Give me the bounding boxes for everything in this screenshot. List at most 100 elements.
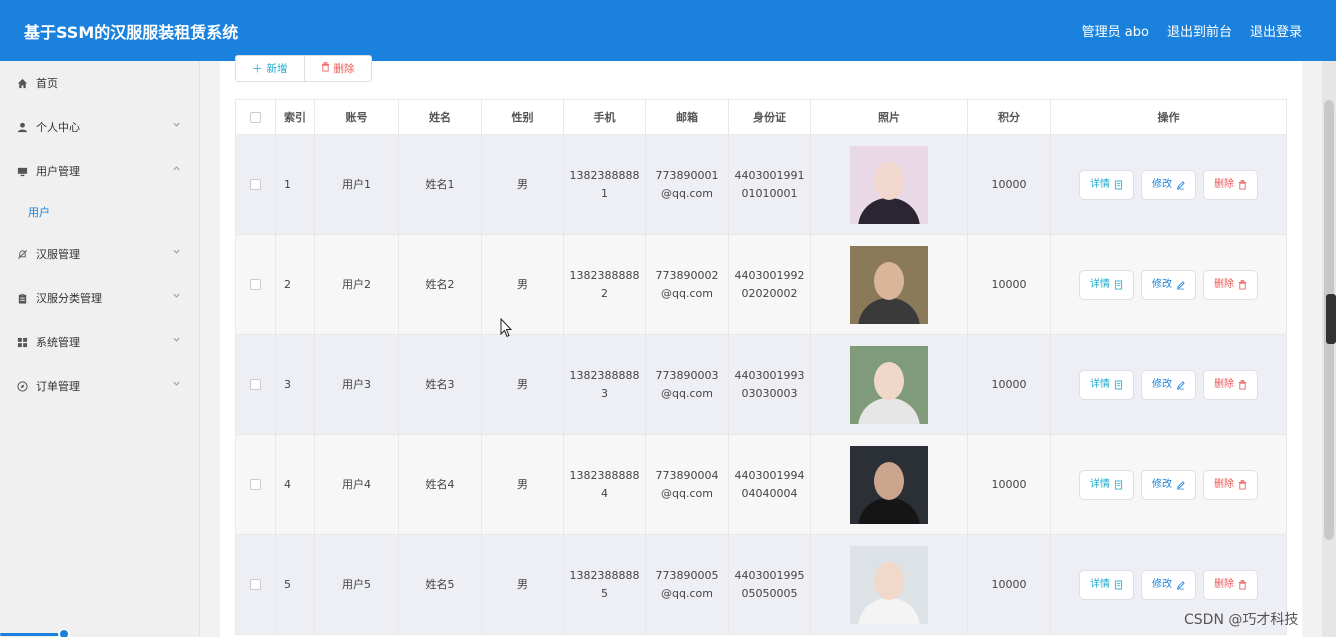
sidebar-item-hanfu-category-management[interactable]: 汉服分类管理: [0, 278, 200, 318]
cell-photo: [810, 334, 968, 435]
user-photo: [850, 245, 928, 324]
cell-phone: 1382388888 4: [563, 434, 646, 535]
detail-button[interactable]: 详情: [1079, 369, 1134, 400]
detail-button[interactable]: 详情: [1079, 469, 1134, 500]
top-header: 基于SSM的汉服服装租赁系统 管理员 abo 退出到前台 退出登录: [0, 0, 1336, 61]
batch-delete-label: 删除: [333, 63, 355, 75]
sidebar-scroll-handle[interactable]: [58, 628, 70, 637]
phone-line-1: 1382388888: [569, 268, 640, 282]
row-checkbox[interactable]: [250, 379, 261, 390]
select-all-cell: [235, 99, 276, 135]
edit-button[interactable]: 修改: [1141, 169, 1196, 200]
sidebar-item-label: 首页: [36, 77, 58, 90]
row-checkbox[interactable]: [250, 179, 261, 190]
edit-button[interactable]: 修改: [1141, 469, 1196, 500]
logout-link[interactable]: 退出登录: [1250, 21, 1302, 40]
header-name: 姓名: [398, 99, 482, 135]
id-line-1: 4403001991: [734, 168, 805, 182]
cell-photo: [810, 534, 968, 635]
sidebar-item-system-management[interactable]: 系统管理: [0, 322, 200, 362]
home-icon: [16, 77, 28, 89]
delete-button[interactable]: 删除: [1203, 469, 1258, 500]
add-button[interactable]: ＋ 新增: [235, 55, 305, 82]
sidebar-item-label: 个人中心: [36, 121, 80, 134]
bell-off-icon: [16, 248, 28, 260]
cell-photo: [810, 434, 968, 535]
batch-delete-button[interactable]: 删除: [304, 55, 372, 82]
photo-body: [858, 297, 920, 324]
detail-button[interactable]: 详情: [1079, 169, 1134, 200]
row-checkbox[interactable]: [250, 479, 261, 490]
cell-email: 773890002 @qq.com: [645, 234, 729, 335]
cell-email: 773890004 @qq.com: [645, 434, 729, 535]
table-row: 4 用户4 姓名4 男 1382388888 4 773890004 @qq.com 44030…: [235, 434, 1287, 535]
id-line-1: 4403001993: [734, 368, 805, 382]
mouse-cursor-icon: [500, 318, 512, 338]
photo-face: [874, 461, 904, 500]
edit-button[interactable]: 修改: [1141, 369, 1196, 400]
document-icon: [1114, 180, 1123, 189]
plus-icon: ＋: [252, 63, 263, 75]
edit-button[interactable]: 修改: [1141, 569, 1196, 600]
select-all-checkbox[interactable]: [250, 112, 261, 123]
cell-email: 773890003 @qq.com: [645, 334, 729, 435]
detail-label: 详情: [1090, 478, 1110, 490]
header-phone: 手机: [563, 99, 646, 135]
detail-button[interactable]: 详情: [1079, 269, 1134, 300]
cell-phone: 1382388888 3: [563, 334, 646, 435]
phone-line-1: 1382388888: [569, 468, 640, 482]
row-checkbox[interactable]: [250, 579, 261, 590]
table-row: 1 用户1 姓名1 男 1382388888 1 773890001 @qq.com 44030…: [235, 134, 1287, 235]
document-icon: [1114, 380, 1123, 389]
back-to-front-link[interactable]: 退出到前台: [1167, 21, 1232, 40]
sidebar-item-order-management[interactable]: 订单管理: [0, 366, 200, 406]
cell-phone: 1382388888 2: [563, 234, 646, 335]
cell-email: 773890005 @qq.com: [645, 534, 729, 635]
cell-name: 姓名4: [398, 434, 482, 535]
phone-line-2: 4: [601, 486, 608, 500]
header-actions: 操作: [1050, 99, 1287, 135]
row-select-cell: [235, 434, 276, 535]
user-photo: [850, 445, 928, 524]
delete-button[interactable]: 删除: [1203, 169, 1258, 200]
chevron-down-icon: [172, 335, 182, 345]
main-content: ＋ 新增 删除 索引 账号 姓名 性别 手机 邮箱 身份证 照片 积分 操作 1…: [220, 55, 1302, 637]
email-line-2: @qq.com: [661, 186, 713, 200]
sidebar-item-home[interactable]: 首页: [0, 63, 200, 103]
cell-name: 姓名5: [398, 534, 482, 635]
app-title: 基于SSM的汉服服装租赁系统: [24, 23, 239, 42]
clipboard-icon: [16, 292, 28, 304]
header-email: 邮箱: [645, 99, 729, 135]
chevron-up-icon: [172, 164, 182, 174]
detail-button[interactable]: 详情: [1079, 569, 1134, 600]
email-line-2: @qq.com: [661, 486, 713, 500]
photo-body: [858, 197, 920, 224]
cell-index: 4: [275, 434, 315, 535]
edit-label: 修改: [1152, 478, 1172, 490]
delete-button[interactable]: 删除: [1203, 569, 1258, 600]
edit-button[interactable]: 修改: [1141, 269, 1196, 300]
delete-button[interactable]: 删除: [1203, 369, 1258, 400]
cell-gender: 男: [481, 534, 564, 635]
row-checkbox[interactable]: [250, 279, 261, 290]
table-row: 3 用户3 姓名3 男 1382388888 3 773890003 @qq.com 44030…: [235, 334, 1287, 435]
id-line-1: 4403001992: [734, 268, 805, 282]
cell-index: 3: [275, 334, 315, 435]
cell-email: 773890001 @qq.com: [645, 134, 729, 235]
sidebar-item-user-management[interactable]: 用户管理: [0, 151, 200, 191]
side-widget-handle[interactable]: [1326, 294, 1336, 344]
delete-button[interactable]: 删除: [1203, 269, 1258, 300]
sidebar-scroll-track: [0, 633, 64, 636]
cell-account: 用户2: [314, 234, 399, 335]
user-photo: [850, 345, 928, 424]
delete-label: 删除: [1214, 378, 1234, 390]
photo-face: [874, 361, 904, 400]
sidebar-item-hanfu-management[interactable]: 汉服管理: [0, 234, 200, 274]
sidebar-subitem-user[interactable]: 用户: [0, 195, 200, 229]
compass-icon: [16, 380, 28, 392]
cell-actions: 详情 修改 删除: [1050, 334, 1287, 435]
cell-actions: 详情 修改 删除: [1050, 234, 1287, 335]
sidebar-item-profile[interactable]: 个人中心: [0, 107, 200, 147]
id-line-1: 4403001994: [734, 468, 805, 482]
cell-photo: [810, 234, 968, 335]
